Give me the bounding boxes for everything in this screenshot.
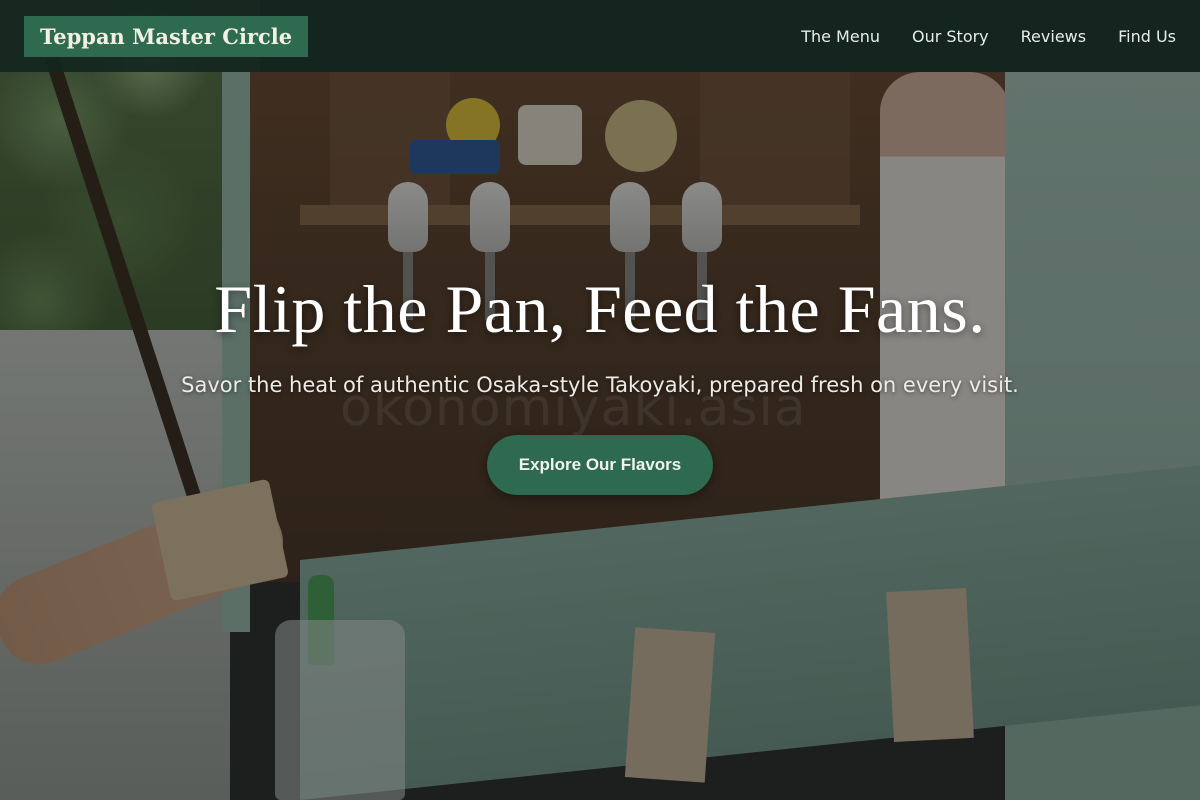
main-nav: The Menu Our Story Reviews Find Us xyxy=(801,27,1176,46)
nav-link-our-story[interactable]: Our Story xyxy=(912,27,989,46)
site-header: Teppan Master Circle The Menu Our Story … xyxy=(0,0,1200,72)
explore-flavors-button[interactable]: Explore Our Flavors xyxy=(486,434,714,495)
hero-title: Flip the Pan, Feed the Fans. xyxy=(214,271,986,347)
nav-link-reviews[interactable]: Reviews xyxy=(1021,27,1086,46)
hero-subtitle: Savor the heat of authentic Osaka-style … xyxy=(181,372,1019,397)
nav-link-find-us[interactable]: Find Us xyxy=(1118,27,1176,46)
brand-logo[interactable]: Teppan Master Circle xyxy=(24,15,309,57)
hero-section: Flip the Pan, Feed the Fans. Savor the h… xyxy=(0,272,1200,495)
nav-link-menu[interactable]: The Menu xyxy=(801,27,880,46)
